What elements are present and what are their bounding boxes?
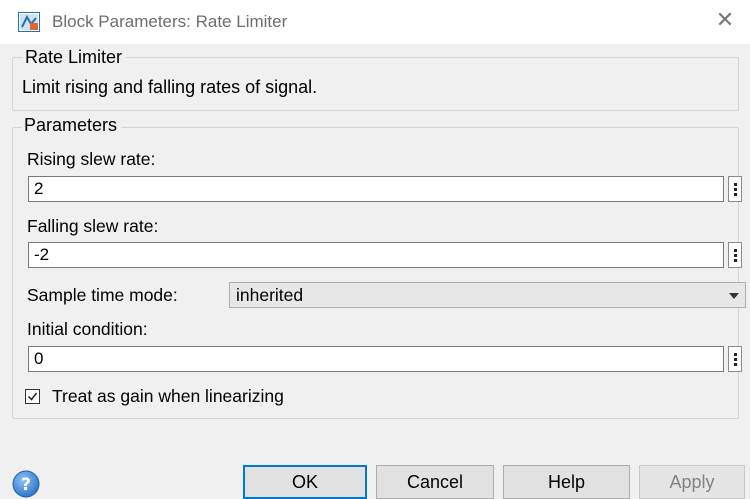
rising-slew-rate-field[interactable] <box>28 176 724 202</box>
sample-time-mode-label: Sample time mode: <box>27 285 178 305</box>
falling-slew-rate-label: Falling slew rate: <box>27 216 159 236</box>
dialog-body: Rate Limiter Limit rising and falling ra… <box>0 44 750 499</box>
block-group-title: Rate Limiter <box>23 47 127 68</box>
svg-text:?: ? <box>21 475 31 495</box>
parameters-group <box>12 127 739 419</box>
treat-as-gain-label: Treat as gain when linearizing <box>52 386 284 406</box>
initial-condition-label: Initial condition: <box>27 319 148 339</box>
initial-condition-options-icon[interactable] <box>728 346 742 372</box>
falling-slew-rate-field[interactable] <box>28 242 724 268</box>
help-question-icon[interactable]: ? <box>12 470 40 498</box>
simulink-block-icon <box>18 12 40 32</box>
title-bar: Block Parameters: Rate Limiter ✕ <box>0 0 750 44</box>
chevron-down-icon <box>729 293 739 299</box>
rising-slew-rate-label: Rising slew rate: <box>27 149 156 169</box>
rising-slew-rate-options-icon[interactable] <box>728 176 742 202</box>
falling-slew-rate-options-icon[interactable] <box>728 242 742 268</box>
ok-button[interactable]: OK <box>243 465 367 499</box>
help-button[interactable]: Help <box>503 465 630 499</box>
close-icon[interactable]: ✕ <box>714 9 736 31</box>
parameters-group-title: Parameters <box>22 115 122 136</box>
checkmark-icon <box>27 392 38 401</box>
sample-time-mode-dropdown[interactable]: inherited <box>229 282 746 308</box>
sample-time-mode-value: inherited <box>236 285 304 305</box>
apply-button[interactable]: Apply <box>639 465 745 499</box>
initial-condition-field[interactable] <box>28 346 724 372</box>
treat-as-gain-checkbox[interactable] <box>25 389 40 404</box>
block-description: Limit rising and falling rates of signal… <box>22 77 318 97</box>
window-title: Block Parameters: Rate Limiter <box>52 12 288 31</box>
cancel-button[interactable]: Cancel <box>376 465 494 499</box>
